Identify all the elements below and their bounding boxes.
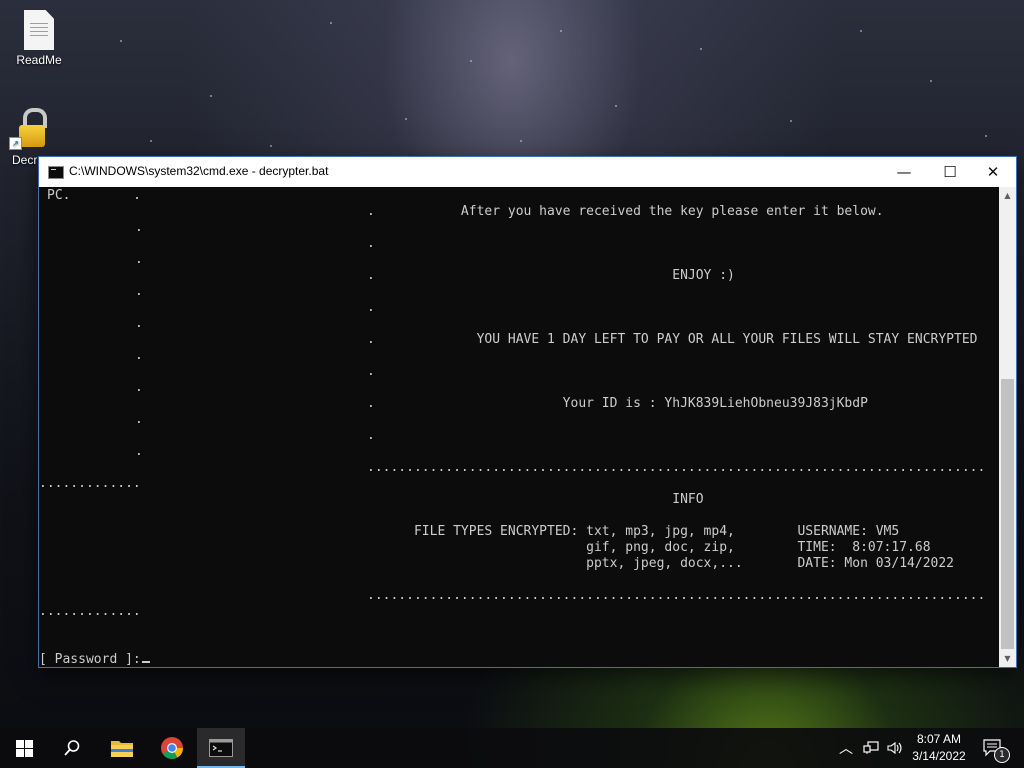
cmd-icon <box>209 739 233 757</box>
chrome-button[interactable] <box>148 728 196 768</box>
console-line: . ENJOY :) <box>367 268 735 283</box>
console-line: pptx, jpeg, docx,... DATE: Mon 03/14/202… <box>367 556 954 571</box>
console-line: . <box>135 316 143 331</box>
desktop-icon-label: ReadMe <box>16 53 62 67</box>
chrome-icon <box>161 737 183 759</box>
minimize-button[interactable]: — <box>881 157 927 187</box>
network-icon <box>863 741 879 754</box>
search-icon <box>64 740 80 756</box>
console-line: . <box>135 380 143 395</box>
console-line: . <box>367 428 375 443</box>
chevron-up-icon: ︿ <box>839 741 853 757</box>
start-button[interactable] <box>0 728 48 768</box>
console-line: . <box>135 348 143 363</box>
maximize-button[interactable]: ☐ <box>927 157 973 187</box>
scrollbar-thumb[interactable] <box>1001 379 1014 649</box>
document-icon <box>24 10 54 50</box>
console-line: FILE TYPES ENCRYPTED: txt, mp3, jpg, mp4… <box>367 524 900 539</box>
volume-button[interactable] <box>884 728 906 768</box>
cmd-app-icon <box>48 166 64 179</box>
console-separator: ........................................… <box>367 460 986 475</box>
console-line: PC. . <box>47 188 141 203</box>
clock-time: 8:07 AM <box>916 732 962 746</box>
scroll-up-icon[interactable]: ▲ <box>999 187 1016 204</box>
text-cursor <box>141 661 150 663</box>
clock[interactable]: 8:07 AM 3/14/2022 <box>904 731 974 765</box>
vertical-scrollbar[interactable]: ▲ ▼ <box>999 187 1016 667</box>
console-line: INFO <box>367 492 704 507</box>
console-separator: ............. <box>39 476 141 491</box>
notification-count-badge: 1 <box>994 747 1010 763</box>
console-line: . <box>135 284 143 299</box>
window-title: C:\WINDOWS\system32\cmd.exe - decrypter.… <box>69 164 329 178</box>
folder-icon <box>111 741 133 757</box>
password-prompt-label: [ Password ]: <box>39 652 141 667</box>
title-bar[interactable]: C:\WINDOWS\system32\cmd.exe - decrypter.… <box>39 157 1016 187</box>
speaker-icon <box>887 741 902 755</box>
console-line: . <box>367 364 375 379</box>
console-line: . <box>135 252 143 267</box>
console-line: . Your ID is : YhJK839LiehObneu39J83jKbd… <box>367 396 868 411</box>
clock-date: 3/14/2022 <box>912 749 966 763</box>
lock-icon: ↗ <box>9 108 47 150</box>
console-line: . After you have received the key please… <box>367 204 884 219</box>
file-explorer-button[interactable] <box>98 728 146 768</box>
search-button[interactable] <box>48 728 96 768</box>
console-line: . <box>367 300 375 315</box>
console-line: . YOU HAVE 1 DAY LEFT TO PAY OR ALL YOUR… <box>367 332 978 347</box>
scroll-down-icon[interactable]: ▼ <box>999 650 1016 667</box>
console-separator: ........................................… <box>367 588 986 603</box>
close-button[interactable]: ✕ <box>970 157 1016 187</box>
console-line: . <box>135 444 143 459</box>
show-hidden-icons-button[interactable]: ︿ <box>836 728 856 768</box>
shortcut-arrow-icon: ↗ <box>9 137 22 150</box>
network-button[interactable] <box>860 728 882 768</box>
action-center-button[interactable]: 1 <box>980 728 1010 768</box>
console-line: . <box>135 412 143 427</box>
console-line: gif, png, doc, zip, TIME: 8:07:17.68 <box>367 540 931 555</box>
windows-logo-icon <box>15 739 33 757</box>
cmd-window[interactable]: C:\WINDOWS\system32\cmd.exe - decrypter.… <box>39 157 1016 667</box>
password-prompt[interactable]: [ Password ]: <box>39 652 150 667</box>
console-line: . <box>135 220 143 235</box>
console-line: . <box>367 236 375 251</box>
taskbar: ︿ 8:07 AM 3/14/2022 1 <box>0 728 1024 768</box>
console-separator: ............. <box>39 604 141 619</box>
console-output[interactable]: PC. . . . . . . . . . ............. ....… <box>39 187 999 667</box>
command-prompt-taskbar-button[interactable] <box>197 728 245 768</box>
desktop-icon-readme[interactable]: ReadMe <box>4 10 74 67</box>
